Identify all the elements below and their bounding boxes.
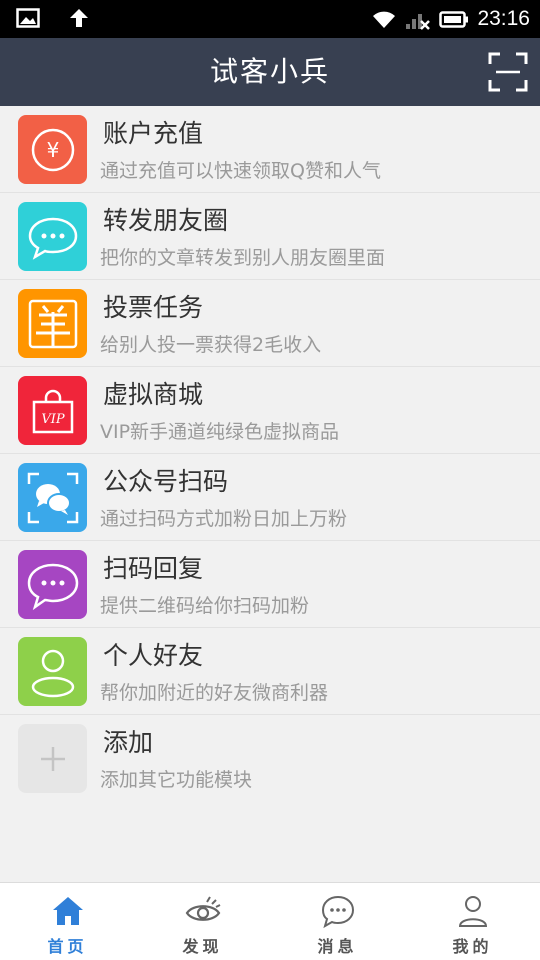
item-title: 公众号扫码	[103, 467, 229, 496]
item-title: 账户充值	[103, 119, 204, 148]
svg-text:¥: ¥	[46, 138, 59, 162]
item-icon-bg: ¥	[18, 115, 87, 184]
item-icon-bg	[18, 289, 87, 358]
list-item-recharge[interactable]: ¥ 账户充值 通过充值可以快速领取Q赞和人气	[0, 106, 540, 193]
vip-label: VIP	[41, 412, 65, 427]
tab-label: 首页	[47, 937, 88, 956]
chat-bubble-icon	[28, 217, 77, 260]
item-icon-bg	[18, 202, 87, 271]
item-icon-bg	[18, 550, 87, 619]
person-icon	[31, 649, 74, 697]
message-dots-icon	[27, 563, 78, 610]
scan-chat-icon	[27, 472, 78, 523]
home-icon	[52, 897, 83, 925]
tab-label: 我的	[452, 937, 493, 956]
chat-icon	[321, 895, 354, 929]
scan-icon	[488, 52, 528, 92]
item-icon-bg: VIP	[18, 376, 87, 445]
list-item-scan-reply[interactable]: 扫码回复 提供二维码给你扫码加粉	[0, 541, 540, 628]
item-icon-bg	[18, 463, 87, 532]
item-title: 转发朋友圈	[103, 206, 229, 235]
app-header: 试客小兵	[0, 38, 540, 106]
item-desc: 把你的文章转发到别人朋友圈里面	[100, 247, 386, 269]
wifi-icon	[373, 11, 396, 28]
item-desc: 添加其它功能模块	[100, 769, 253, 791]
signal-icon	[406, 14, 431, 30]
tab-discover[interactable]: 发现	[135, 883, 270, 960]
battery-icon	[439, 11, 469, 28]
list-item-add-module[interactable]: 添加 添加其它功能模块	[0, 715, 540, 802]
tab-home[interactable]: 首页	[0, 883, 135, 960]
list-item-official-account-scan[interactable]: 公众号扫码 通过扫码方式加粉日加上万粉	[0, 454, 540, 541]
list-item-forward-moments[interactable]: 转发朋友圈 把你的文章转发到别人朋友圈里面	[0, 193, 540, 280]
list-item-vote-task[interactable]: 投票任务 给别人投一票获得2毛收入	[0, 280, 540, 367]
scan-button[interactable]	[488, 52, 528, 92]
item-desc: VIP新手通道纯绿色虚拟商品	[100, 421, 340, 443]
status-time: 23:16	[477, 7, 530, 30]
tab-label: 发现	[182, 937, 223, 956]
list-item-virtual-mall[interactable]: VIP 虚拟商城 VIP新手通道纯绿色虚拟商品	[0, 367, 540, 454]
status-bar: 23:16	[0, 0, 540, 38]
upload-arrow-icon	[70, 9, 88, 27]
vip-bag-icon: VIP	[32, 389, 73, 433]
item-title: 投票任务	[103, 293, 204, 322]
tab-messages[interactable]: 消息	[270, 883, 405, 960]
item-title: 添加	[103, 728, 154, 757]
eye-icon	[185, 896, 220, 921]
item-title: 虚拟商城	[103, 380, 204, 409]
tab-label: 消息	[317, 937, 358, 956]
user-icon	[458, 896, 487, 927]
list-item-personal-friends[interactable]: 个人好友 帮你加附近的好友微商利器	[0, 628, 540, 715]
item-icon-bg	[18, 724, 87, 793]
item-title: 个人好友	[103, 641, 204, 670]
feature-list: ¥ 账户充值 通过充值可以快速领取Q赞和人气 转发朋友圈 把你的文章转发到别人朋…	[0, 106, 540, 802]
item-desc: 通过扫码方式加粉日加上万粉	[100, 508, 348, 530]
tab-profile[interactable]: 我的	[405, 883, 540, 960]
item-desc: 给别人投一票获得2毛收入	[100, 334, 322, 356]
page-title: 试客小兵	[209, 55, 330, 88]
item-desc: 帮你加附近的好友微商利器	[100, 682, 329, 704]
tab-bar: 首页 发现 消息 我的	[0, 882, 540, 960]
item-desc: 提供二维码给你扫码加粉	[100, 595, 310, 617]
item-title: 扫码回复	[103, 554, 204, 583]
image-icon	[16, 8, 40, 28]
yuan-coin-icon: ¥	[31, 128, 74, 171]
item-desc: 通过充值可以快速领取Q赞和人气	[100, 160, 381, 182]
item-icon-bg	[18, 637, 87, 706]
plus-icon	[40, 746, 65, 771]
yang-icon	[28, 299, 77, 348]
